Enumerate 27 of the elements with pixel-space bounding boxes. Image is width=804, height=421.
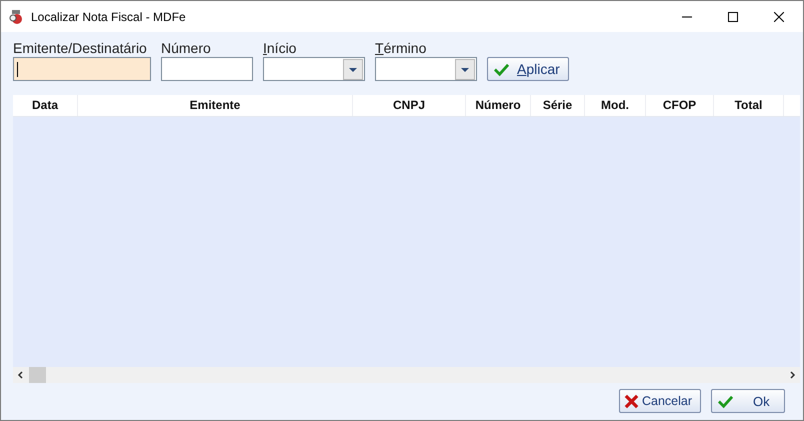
date-dropdown[interactable] — [375, 57, 477, 81]
column-header[interactable]: Mod. — [585, 95, 646, 116]
cancel-button[interactable]: Cancelar — [619, 389, 701, 413]
date-dropdown[interactable] — [263, 57, 365, 81]
window-title: Localizar Nota Fiscal - MDFe — [31, 10, 186, 24]
field-label: Número — [161, 39, 212, 57]
checkmark-icon — [494, 62, 509, 76]
scrollbar-thumb[interactable] — [29, 367, 46, 383]
maximize-icon[interactable] — [728, 12, 738, 22]
column-header[interactable]: Série — [531, 95, 585, 116]
checkmark-icon — [718, 394, 733, 408]
input-field[interactable] — [161, 57, 253, 81]
field-label: Emitente/Destinatário — [13, 39, 148, 57]
field-label: Término — [375, 39, 428, 57]
field-label: Início — [263, 39, 298, 57]
column-header[interactable]: CFOP — [646, 95, 714, 116]
close-icon[interactable] — [774, 12, 784, 22]
column-header[interactable]: CNPJ — [353, 95, 466, 116]
cross-icon — [624, 394, 639, 408]
apply-button[interactable]: Aplicar — [487, 57, 569, 81]
column-header[interactable]: Data — [13, 95, 78, 116]
column-header[interactable]: Total — [714, 95, 784, 116]
column-header[interactable]: Número — [466, 95, 531, 116]
app-icon — [9, 8, 25, 24]
input-field[interactable] — [13, 57, 151, 81]
ok-button[interactable]: Ok — [711, 389, 785, 413]
column-header[interactable]: Emitente — [78, 95, 353, 116]
